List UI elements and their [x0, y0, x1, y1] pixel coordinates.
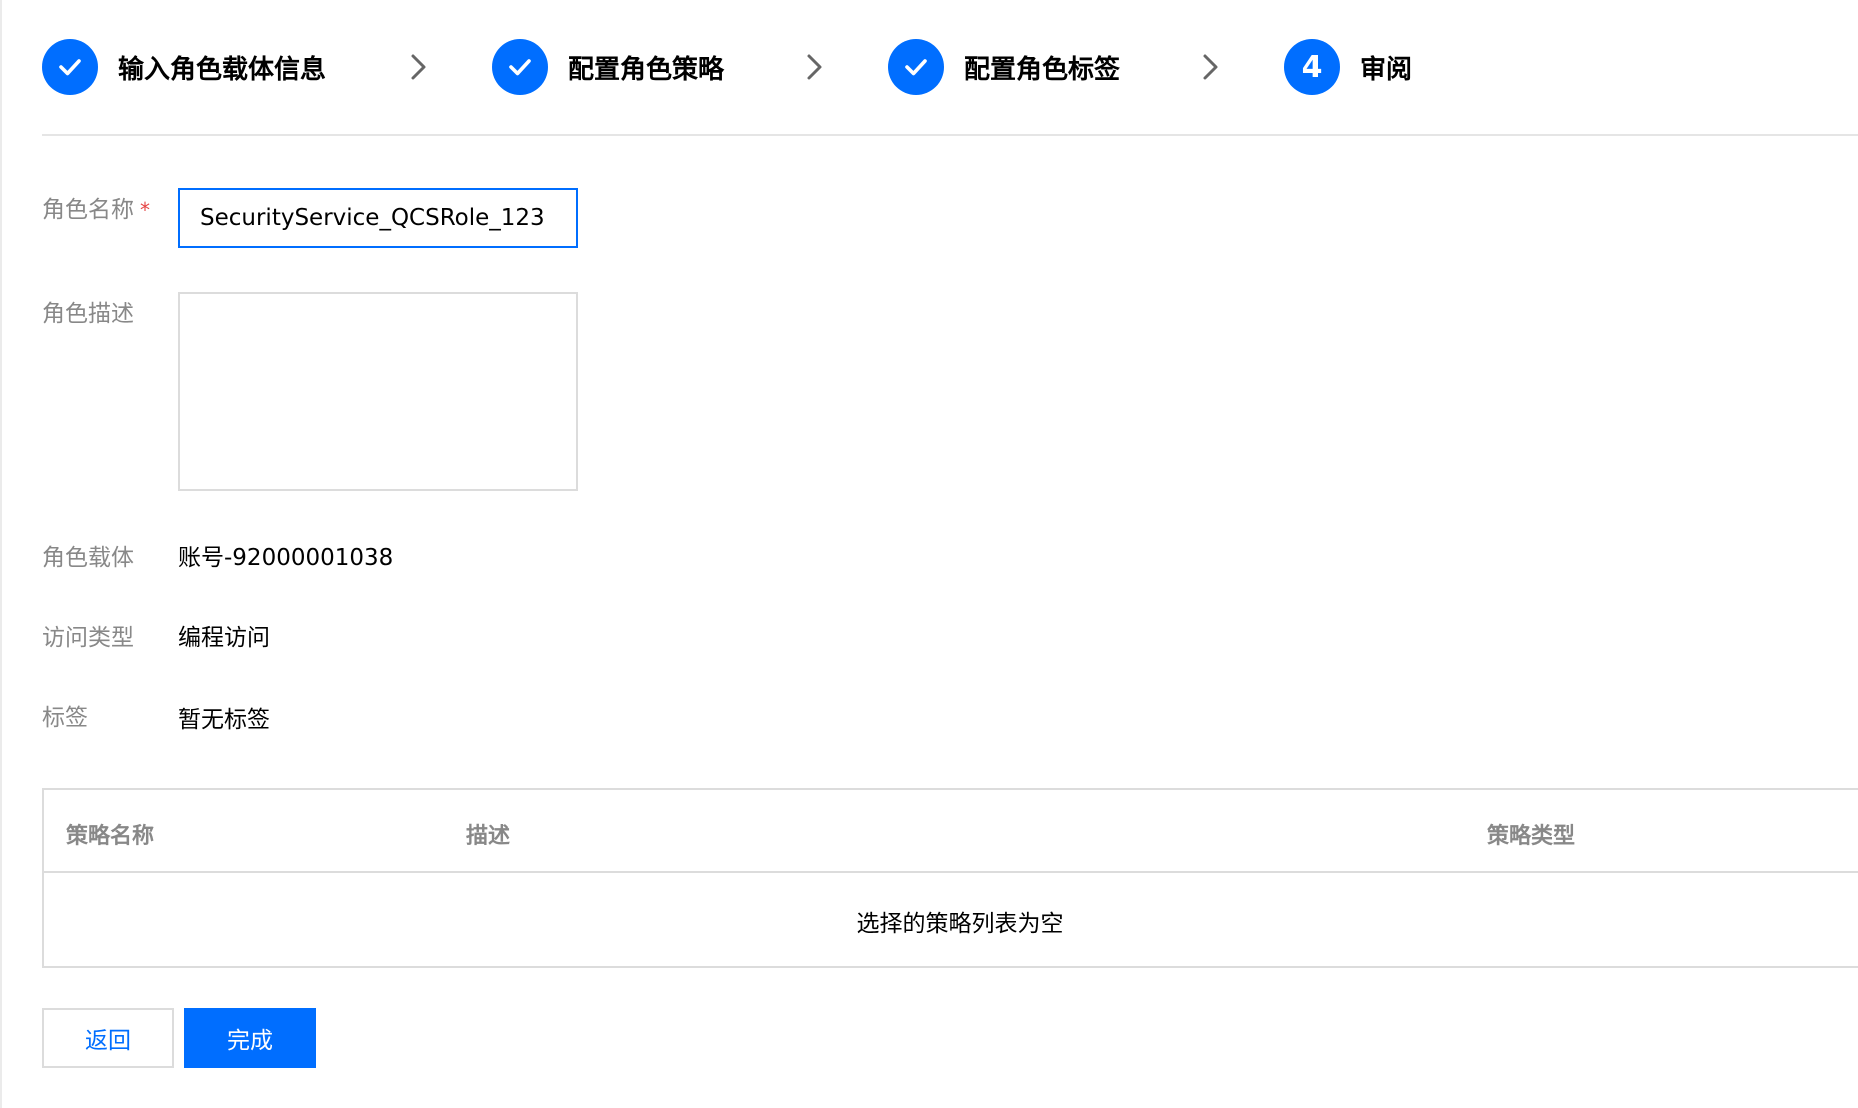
access-type-value: 编程访问 [178, 625, 270, 651]
stepper: 输入角色载体信息 配置角色策略 配置角色标签 4 审阅 [0, 0, 1858, 136]
left-border [0, 0, 2, 1108]
check-icon [59, 59, 81, 76]
chevron-right-icon [807, 54, 822, 80]
step-4-label: 审阅 [1360, 54, 1413, 85]
check-icon [509, 59, 531, 76]
tags-label: 标签 [42, 705, 88, 731]
done-button[interactable]: 完成 [184, 1008, 316, 1068]
role-name-label: 角色名称 * [42, 190, 150, 224]
tags-value: 暂无标签 [178, 707, 270, 733]
step-4: 4 审阅 [1284, 38, 1412, 96]
back-button[interactable]: 返回 [42, 1008, 174, 1068]
role-carrier-value: 账号-92000001038 [178, 545, 394, 571]
role-description-label: 角色描述 [42, 301, 134, 327]
stepper-divider [42, 134, 1858, 136]
create-role-review-page: 输入角色载体信息 配置角色策略 配置角色标签 4 审阅 角色名称 * Secur… [0, 0, 1858, 1108]
required-mark: * [140, 198, 150, 222]
table-header: 策略名称 描述 策略类型 [44, 790, 1858, 873]
step-3-label: 配置角色标签 [964, 54, 1121, 85]
chevron-right-icon [1203, 54, 1218, 80]
step-4-status: 4 [1284, 39, 1340, 95]
table-empty-text: 选择的策略列表为空 [856, 910, 1064, 937]
step-4-number: 4 [1301, 49, 1323, 85]
access-type-label: 访问类型 [42, 625, 134, 651]
step-3-status [888, 39, 944, 95]
role-carrier-label: 角色载体 [42, 545, 134, 571]
column-header-description: 描述 [466, 824, 511, 849]
column-header-policy-name: 策略名称 [66, 824, 155, 849]
step-1: 输入角色载体信息 [42, 38, 326, 96]
step-1-status [42, 39, 98, 95]
step-2: 配置角色策略 [492, 38, 724, 96]
role-description-textarea[interactable] [178, 292, 578, 491]
step-2-status [492, 39, 548, 95]
column-header-policy-type: 策略类型 [1487, 824, 1576, 849]
policy-table: 策略名称 描述 策略类型 选择的策略列表为空 [42, 788, 1858, 968]
step-3: 配置角色标签 [888, 38, 1120, 96]
step-2-label: 配置角色策略 [568, 54, 725, 85]
chevron-right-icon [411, 54, 426, 80]
role-name-input[interactable] [178, 188, 578, 248]
role-name-label-text: 角色名称 [42, 197, 134, 223]
table-empty-row: 选择的策略列表为空 [44, 873, 1858, 968]
check-icon [905, 59, 927, 76]
step-1-label: 输入角色载体信息 [118, 54, 327, 85]
